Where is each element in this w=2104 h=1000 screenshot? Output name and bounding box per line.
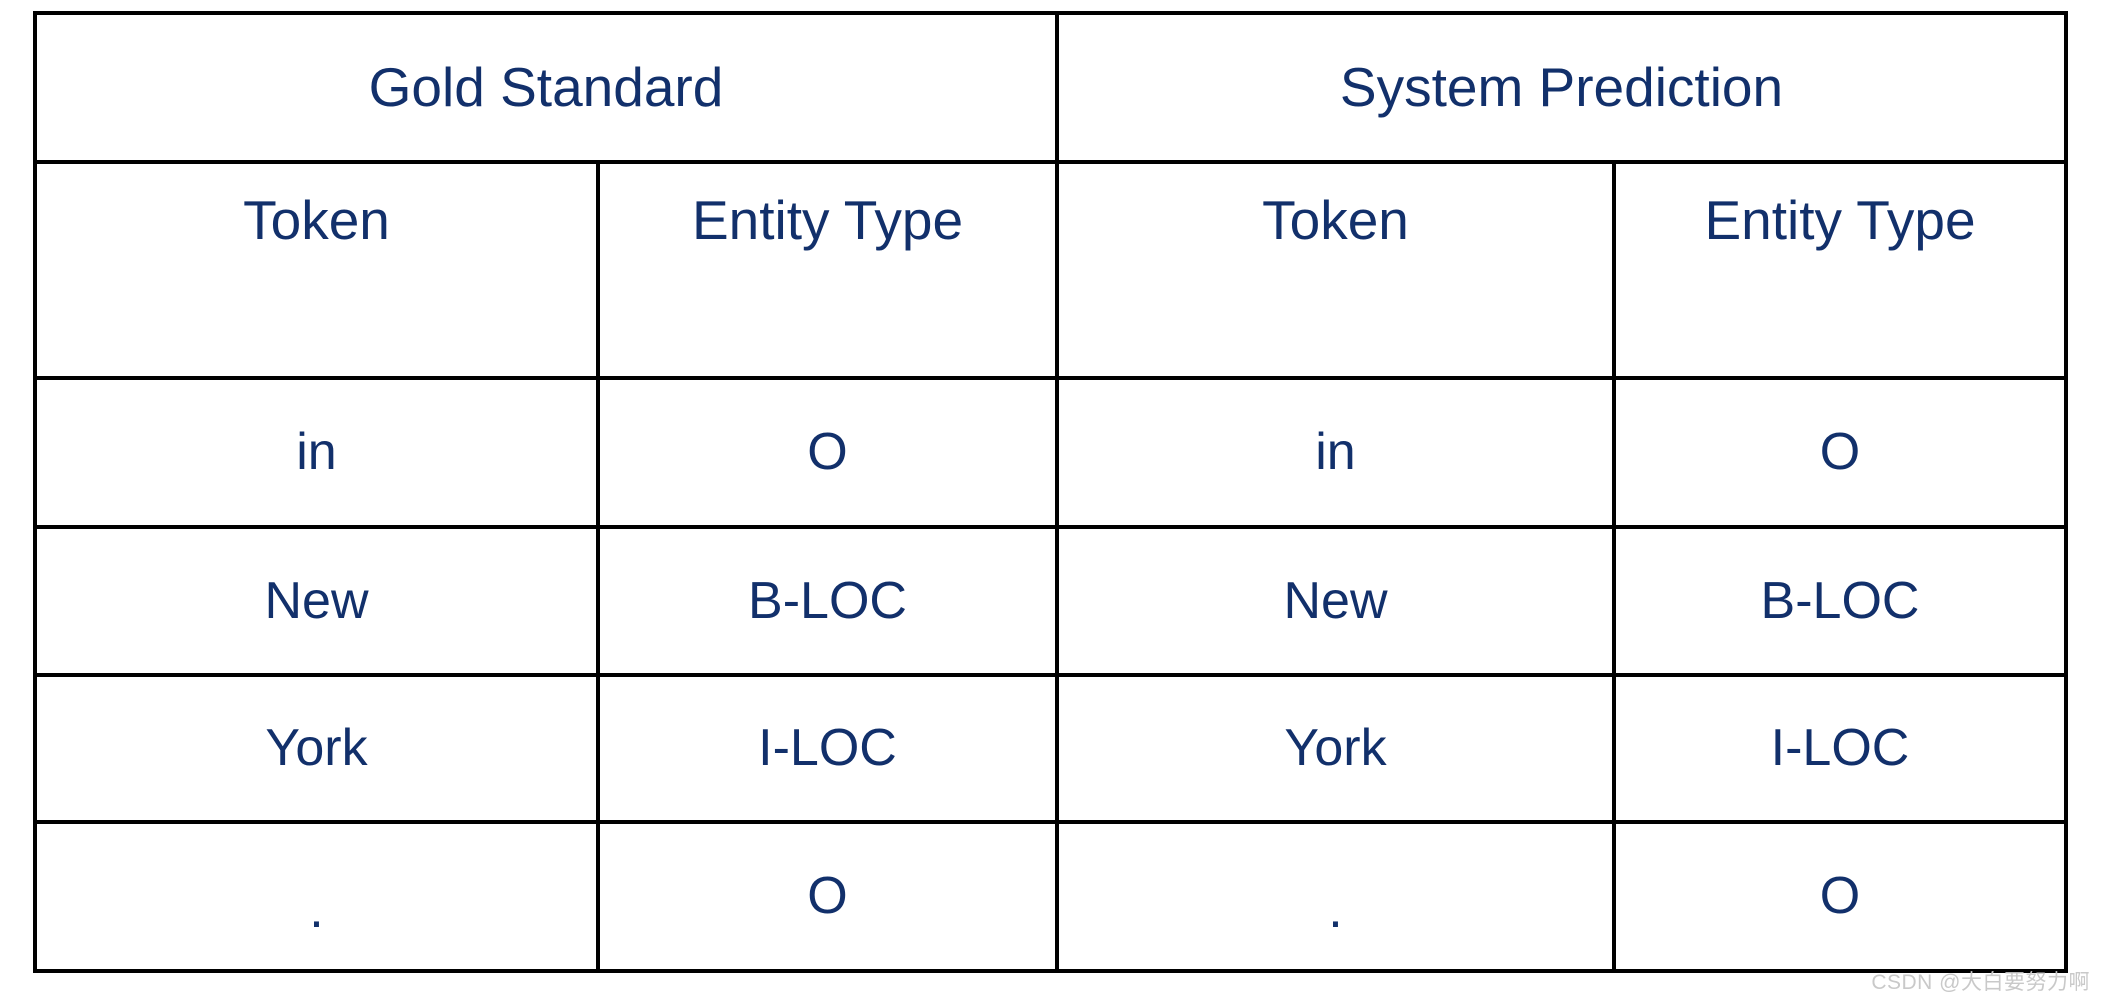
ner-comparison-table-container: Gold Standard System Prediction Token En…: [33, 11, 2069, 973]
cell-pred-entity: B-LOC: [1611, 525, 2069, 677]
column-header-pred-entity-type-label: Entity Type: [1704, 189, 1976, 251]
cell-gold-token: York: [33, 673, 600, 824]
column-header-gold-entity-type-label: Entity Type: [691, 189, 964, 251]
cell-gold-entity: O: [596, 376, 1059, 529]
column-header-pred-entity-type: Entity Type: [1611, 160, 2069, 380]
table-row: in O in O: [33, 376, 2069, 529]
cell-pred-token: in: [1055, 376, 1616, 529]
column-header-gold-token: Token: [33, 160, 600, 380]
column-header-row: Token Entity Type Token Entity Type: [33, 160, 2069, 380]
table-row: . O . O: [33, 820, 2069, 973]
cell-pred-token-value: York: [1284, 719, 1387, 778]
cell-pred-token: New: [1055, 525, 1616, 677]
column-header-gold-entity-type: Entity Type: [596, 160, 1059, 380]
column-header-pred-token-label: Token: [1262, 189, 1409, 251]
cell-pred-entity: O: [1611, 820, 2069, 973]
cell-pred-token-value: .: [1328, 881, 1343, 940]
cell-gold-entity-value: O: [807, 423, 848, 482]
cell-pred-entity-value: O: [1819, 423, 1861, 482]
cell-gold-entity: I-LOC: [596, 673, 1059, 824]
cell-gold-entity-value: O: [807, 867, 848, 926]
cell-pred-entity: I-LOC: [1611, 673, 2069, 824]
cell-gold-token-value: York: [265, 719, 368, 778]
column-header-gold-token-label: Token: [243, 189, 390, 251]
cell-pred-token: York: [1055, 673, 1616, 824]
column-header-pred-token: Token: [1055, 160, 1616, 380]
group-header-gold-standard: Gold Standard: [33, 11, 1059, 164]
cell-gold-token-value: in: [296, 423, 337, 482]
group-header-system-prediction-label: System Prediction: [1339, 55, 1784, 118]
cell-pred-token-value: in: [1315, 423, 1356, 482]
cell-gold-token-value: New: [264, 571, 369, 630]
cell-gold-entity-value: B-LOC: [748, 571, 907, 630]
group-header-system-prediction: System Prediction: [1054, 11, 2069, 164]
group-header-row: Gold Standard System Prediction: [33, 11, 2069, 164]
cell-pred-token-value: New: [1283, 571, 1388, 630]
cell-gold-token-value: .: [309, 881, 324, 940]
cell-gold-entity: O: [596, 820, 1059, 973]
cell-pred-entity-value: I-LOC: [1770, 719, 1910, 778]
cell-gold-token: New: [33, 525, 600, 677]
cell-gold-token: .: [33, 820, 600, 973]
csdn-watermark: CSDN @大白要努力啊: [1871, 971, 2090, 994]
cell-gold-entity: B-LOC: [596, 525, 1059, 677]
cell-gold-entity-value: I-LOC: [758, 719, 897, 778]
cell-gold-token: in: [33, 376, 600, 529]
table-row: New B-LOC New B-LOC: [33, 525, 2069, 677]
cell-pred-entity: O: [1611, 376, 2069, 529]
ner-comparison-table: Gold Standard System Prediction Token En…: [33, 11, 2069, 973]
cell-pred-token: .: [1055, 820, 1616, 973]
cell-pred-entity-value: B-LOC: [1760, 571, 1920, 630]
table-row: York I-LOC York I-LOC: [33, 673, 2069, 824]
cell-pred-entity-value: O: [1819, 867, 1861, 926]
group-header-gold-standard-label: Gold Standard: [368, 55, 724, 118]
